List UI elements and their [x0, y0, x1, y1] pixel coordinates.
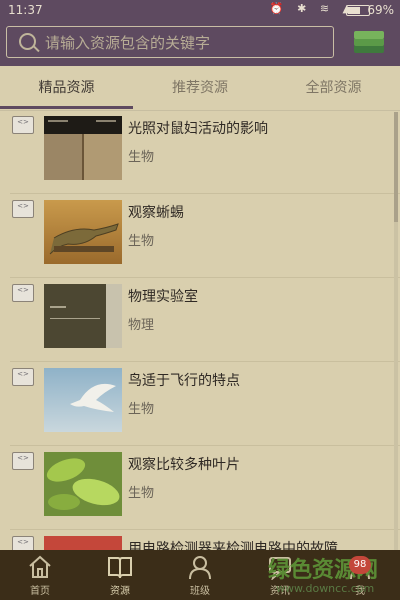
- scrollbar[interactable]: [394, 112, 398, 552]
- list-item[interactable]: <> 观察比较多种叶片 生物: [0, 446, 400, 530]
- resource-thumbnail: [44, 368, 122, 432]
- status-time: 11:37: [8, 3, 43, 17]
- books-icon[interactable]: [350, 29, 388, 59]
- nav-resources[interactable]: 资源: [80, 550, 160, 600]
- resource-title: 观察比较多种叶片: [128, 457, 240, 473]
- tab-all[interactable]: 全部资源: [267, 66, 400, 110]
- resource-subject: 生物: [128, 402, 155, 417]
- resource-list: <> 光照对鼠妇活动的影响 生物 <> 观察蜥蜴 生物 <> 物理实验室 物理 <> 鸟适于飞行的特…: [0, 110, 400, 550]
- list-item[interactable]: <> 光照对鼠妇活动的影响 生物: [0, 110, 400, 194]
- watermark: 绿色资源网 www.downcc.com: [268, 558, 379, 595]
- home-icon: [29, 555, 51, 578]
- search-box[interactable]: [6, 26, 334, 58]
- resource-subject: 生物: [128, 486, 155, 501]
- book-icon: [108, 557, 132, 579]
- resource-title: 光照对鼠妇活动的影响: [128, 121, 268, 137]
- resource-thumbnail: [44, 536, 122, 550]
- document-icon: <>: [12, 368, 34, 386]
- list-item[interactable]: <> 用电路检测器来检测电路中的故障: [0, 530, 400, 550]
- notification-badge: 98: [349, 556, 371, 574]
- document-icon: <>: [12, 284, 34, 302]
- resource-thumbnail: [44, 284, 122, 348]
- active-tab-indicator: [0, 106, 133, 109]
- status-bar: 11:37 ⏰ ✱ ≋ ▲ 69%: [0, 0, 400, 20]
- class-icon: [189, 556, 211, 580]
- resource-title: 用电路检测器来检测电路中的故障: [128, 541, 338, 550]
- nav-class[interactable]: 班级: [160, 550, 240, 600]
- search-input[interactable]: [43, 31, 327, 55]
- status-icons: ⏰ ✱ ≋ ▲: [269, 2, 356, 15]
- resource-thumbnail: [44, 452, 122, 516]
- resource-subject: 物理: [128, 318, 155, 333]
- list-item[interactable]: <> 观察蜥蜴生物: [0, 194, 400, 278]
- tab-recommended[interactable]: 推荐资源: [133, 66, 267, 110]
- resource-title: 物理实验室: [128, 289, 198, 305]
- document-icon: <>: [12, 452, 34, 470]
- battery-percent: 69%: [367, 3, 394, 17]
- resource-title: 鸟适于飞行的特点: [128, 373, 240, 389]
- resource-thumbnail: [44, 116, 122, 180]
- resource-subject: 生物: [128, 234, 155, 249]
- resource-title: 观察蜥蜴: [128, 205, 184, 221]
- list-item[interactable]: <> 鸟适于飞行的特点 生物: [0, 362, 400, 446]
- document-icon: <>: [12, 536, 34, 550]
- tab-featured[interactable]: 精品资源: [0, 66, 133, 110]
- list-item[interactable]: <> 物理实验室物理: [0, 278, 400, 362]
- resource-tabs: 精品资源 推荐资源 全部资源: [0, 66, 400, 111]
- resource-thumbnail: [44, 200, 122, 264]
- document-icon: <>: [12, 116, 34, 134]
- resource-subject: 生物: [128, 150, 155, 165]
- nav-home[interactable]: 首页: [0, 550, 80, 600]
- app-header: [0, 20, 400, 66]
- search-icon: [19, 33, 36, 50]
- document-icon: <>: [12, 200, 34, 218]
